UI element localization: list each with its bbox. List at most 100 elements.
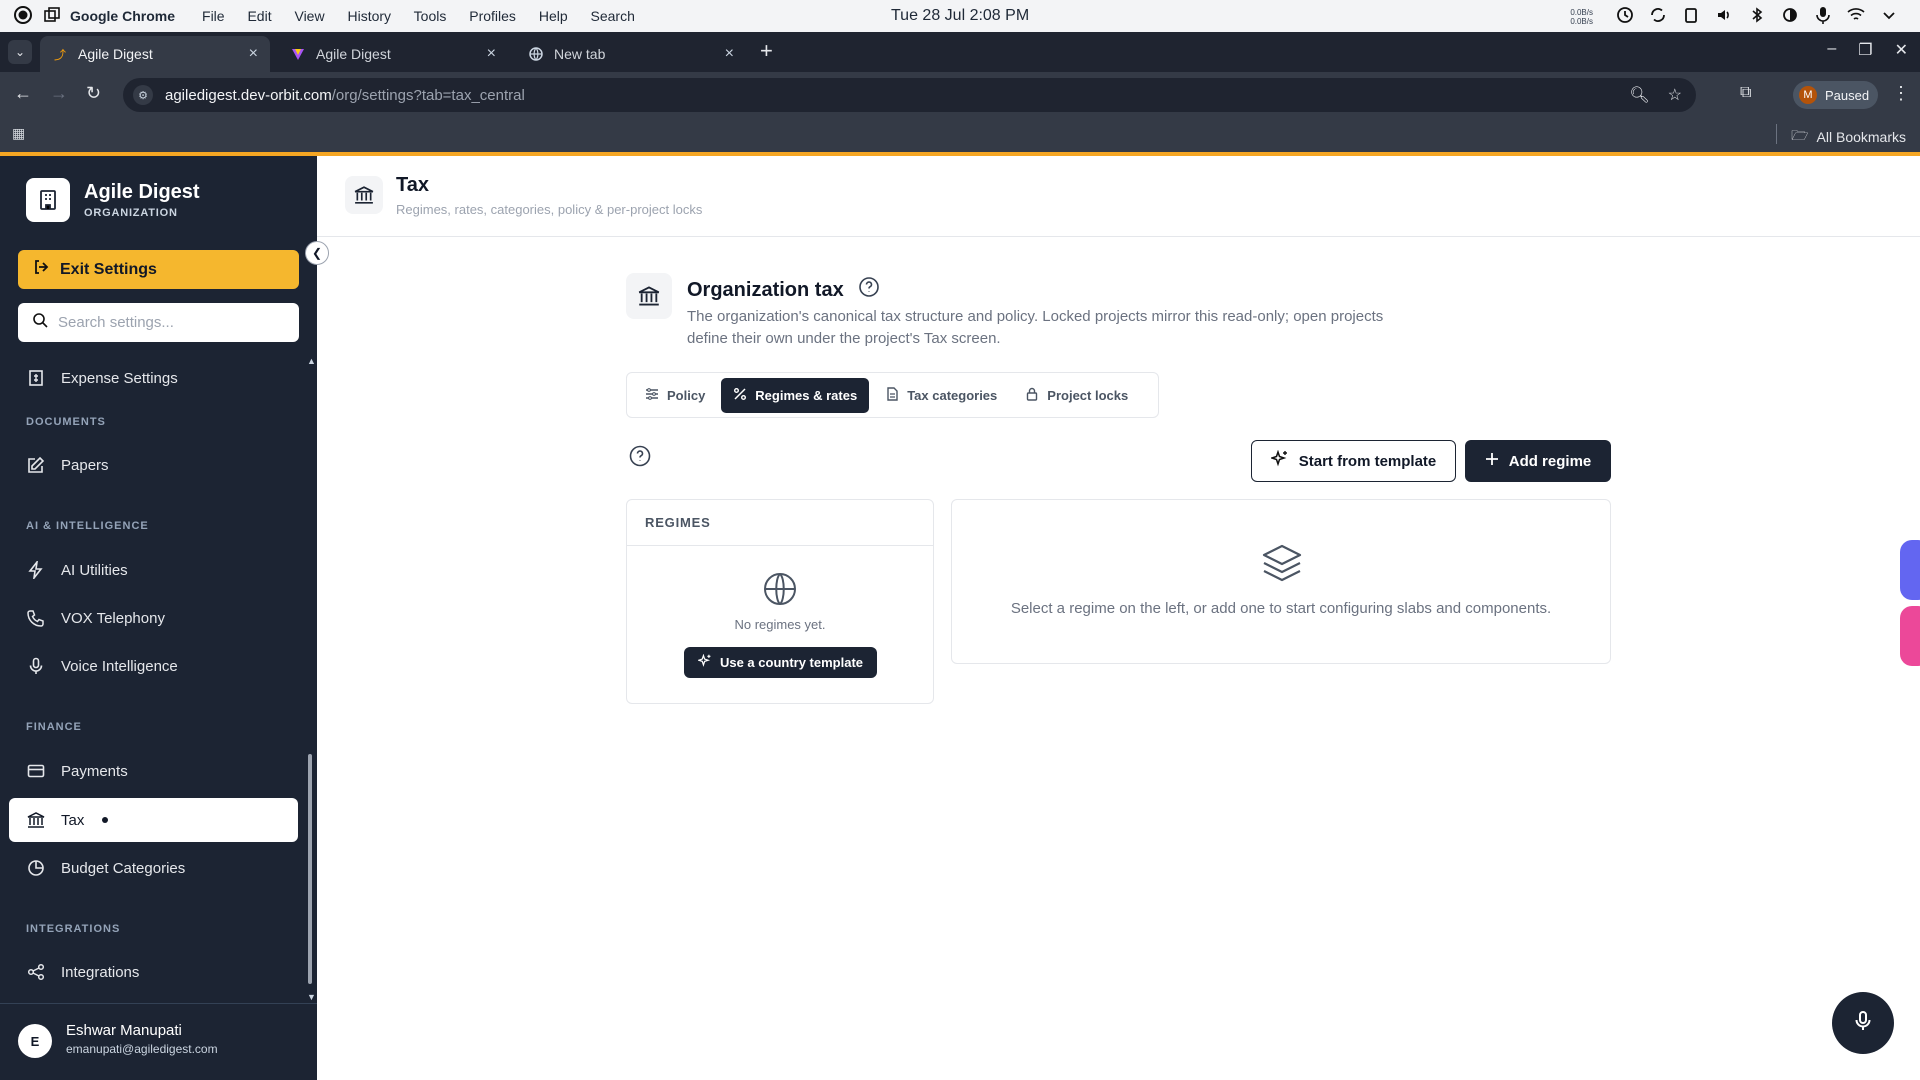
tab-search-chevron-icon[interactable]: ⌄	[8, 40, 32, 64]
help-icon[interactable]	[858, 276, 880, 304]
voice-assistant-button[interactable]	[1832, 992, 1894, 1054]
menu-view[interactable]: View	[294, 8, 324, 24]
clipboard-icon[interactable]	[1682, 6, 1700, 27]
browser-tab-label: New tab	[554, 46, 606, 62]
close-tab-icon[interactable]: ×	[725, 45, 734, 63]
back-arrow-icon[interactable]: ←	[14, 83, 32, 104]
side-widget-tab[interactable]	[1900, 540, 1920, 600]
sidebar-item-label: AI Utilities	[61, 561, 128, 579]
tab-project-locks[interactable]: Project locks	[1013, 378, 1140, 413]
menu-file[interactable]: File	[202, 8, 225, 24]
collapse-sidebar-chevron-left-icon[interactable]: ❮	[305, 241, 329, 265]
timer-icon[interactable]	[1616, 6, 1634, 27]
edit-document-icon	[27, 456, 45, 474]
menu-profiles[interactable]: Profiles	[469, 8, 516, 24]
browser-tab-label: Agile Digest	[78, 46, 153, 62]
phone-icon	[27, 609, 45, 627]
globe-favicon-icon	[528, 46, 544, 62]
scroll-up-icon[interactable]: ▲	[307, 356, 316, 366]
close-tab-icon[interactable]: ×	[249, 45, 258, 63]
extensions-icon[interactable]: ⧉	[1740, 84, 1751, 102]
plus-icon	[1485, 452, 1499, 470]
exit-settings-label: Exit Settings	[60, 260, 157, 278]
os-logo-icon[interactable]	[14, 5, 32, 27]
browser-tab-3[interactable]: New tab ×	[516, 36, 746, 72]
layers-icon	[1260, 542, 1304, 591]
help-icon[interactable]	[629, 445, 651, 472]
settings-search[interactable]	[18, 303, 299, 342]
bookmark-star-icon[interactable]: ☆	[1668, 85, 1682, 105]
bookmarks-bar: ▦ 🗁︎ All Bookmarks	[0, 116, 1920, 152]
sidebar-item-tax[interactable]: Tax	[9, 798, 298, 842]
bluetooth-icon[interactable]	[1748, 6, 1766, 27]
menu-history[interactable]: History	[347, 8, 391, 24]
user-profile[interactable]: E Eshwar Manupati emanupati@agiledigest.…	[0, 1003, 317, 1080]
sidebar-item-label: Budget Categories	[61, 859, 186, 877]
reload-icon[interactable]: ↻	[86, 83, 101, 104]
restore-icon[interactable]: ❐	[1858, 40, 1872, 60]
zoom-icon[interactable]: 🔍︎	[1629, 85, 1649, 105]
section-description: The organization's canonical tax structu…	[687, 308, 1384, 347]
sync-icon[interactable]	[1649, 6, 1667, 27]
section-finance: FINANCE	[26, 721, 82, 733]
add-regime-button[interactable]: Add regime	[1465, 440, 1611, 482]
sidebar-item-expense-settings[interactable]: Expense Settings	[9, 361, 298, 395]
sidebar-scrollbar[interactable]	[308, 754, 312, 984]
sidebar-item-voice-intelligence[interactable]: Voice Intelligence	[9, 644, 298, 688]
volume-icon[interactable]	[1715, 6, 1733, 27]
scroll-down-icon[interactable]: ▼	[307, 992, 316, 1002]
sidebar-item-payments[interactable]: Payments	[9, 749, 298, 793]
profile-status: Paused	[1825, 87, 1870, 103]
sidebar-item-papers[interactable]: Papers	[9, 443, 298, 487]
close-window-icon[interactable]: ✕	[1895, 40, 1908, 60]
sidebar-item-budget-categories[interactable]: Budget Categories	[9, 846, 298, 890]
regimes-list-card: REGIMES No regimes yet. Use a country te…	[626, 499, 934, 704]
sidebar-item-ai-utilities[interactable]: AI Utilities	[9, 548, 298, 592]
tab-policy[interactable]: Policy	[633, 378, 717, 413]
all-bookmarks-button[interactable]: 🗁︎ All Bookmarks	[1791, 125, 1906, 149]
site-info-icon[interactable]: ⚙	[133, 85, 153, 105]
microphone-icon[interactable]	[1814, 6, 1832, 27]
menu-help[interactable]: Help	[539, 8, 568, 24]
minimize-icon[interactable]: –	[1827, 40, 1836, 60]
start-from-template-button[interactable]: Start from template	[1251, 440, 1456, 482]
search-input[interactable]	[58, 314, 278, 331]
bank-icon	[27, 811, 45, 829]
side-widget-tab[interactable]	[1900, 606, 1920, 666]
os-app-name[interactable]: Google Chrome	[70, 8, 175, 24]
forward-arrow-icon[interactable]: →	[50, 83, 68, 104]
tab-regimes-rates[interactable]: Regimes & rates	[721, 377, 870, 413]
profile-button[interactable]: M Paused	[1793, 81, 1878, 109]
tab-tax-categories[interactable]: Tax categories	[873, 378, 1009, 413]
user-name: Eshwar Manupati	[66, 1022, 182, 1039]
close-tab-icon[interactable]: ×	[487, 45, 496, 63]
all-bookmarks-label: All Bookmarks	[1816, 129, 1906, 145]
sidebar-item-vox-telephony[interactable]: VOX Telephony	[9, 596, 298, 640]
address-bar[interactable]: ⚙ agiledigest.dev-orbit.com/org/settings…	[123, 78, 1696, 112]
chrome-menu-icon[interactable]: ⋮	[1892, 83, 1910, 104]
brand-name: Agile Digest	[84, 181, 200, 203]
use-country-template-button[interactable]: Use a country template	[684, 647, 877, 678]
os-clock[interactable]: Tue 28 Jul 2:08 PM	[891, 7, 1029, 25]
apps-grid-icon[interactable]: ▦	[12, 125, 25, 142]
agile-digest-favicon-icon	[290, 46, 306, 62]
window-icon[interactable]	[44, 6, 60, 26]
brightness-icon[interactable]	[1781, 6, 1799, 27]
browser-tab-1[interactable]: ⤴ Agile Digest ×	[40, 36, 270, 72]
menu-search[interactable]: Search	[591, 8, 635, 24]
exit-settings-button[interactable]: Exit Settings	[18, 250, 299, 289]
browser-tab-2[interactable]: Agile Digest ×	[278, 36, 508, 72]
sidebar-item-label: Tax	[61, 811, 85, 829]
settings-sidebar: Agile Digest ORGANIZATION Exit Settings …	[0, 156, 317, 1080]
tray-chevron-down-icon[interactable]	[1880, 6, 1898, 27]
wifi-icon[interactable]	[1847, 6, 1865, 27]
menu-edit[interactable]: Edit	[247, 8, 271, 24]
sidebar-item-integrations[interactable]: Integrations	[9, 950, 298, 994]
receipt-icon	[27, 369, 45, 387]
new-tab-plus-icon[interactable]: +	[760, 40, 773, 62]
bank-icon	[626, 273, 672, 319]
menu-tools[interactable]: Tools	[414, 8, 447, 24]
network-speed: 0.0B/s 0.0B/s	[1570, 7, 1593, 26]
use-country-template-label: Use a country template	[719, 655, 864, 670]
building-logo-icon	[26, 178, 70, 222]
